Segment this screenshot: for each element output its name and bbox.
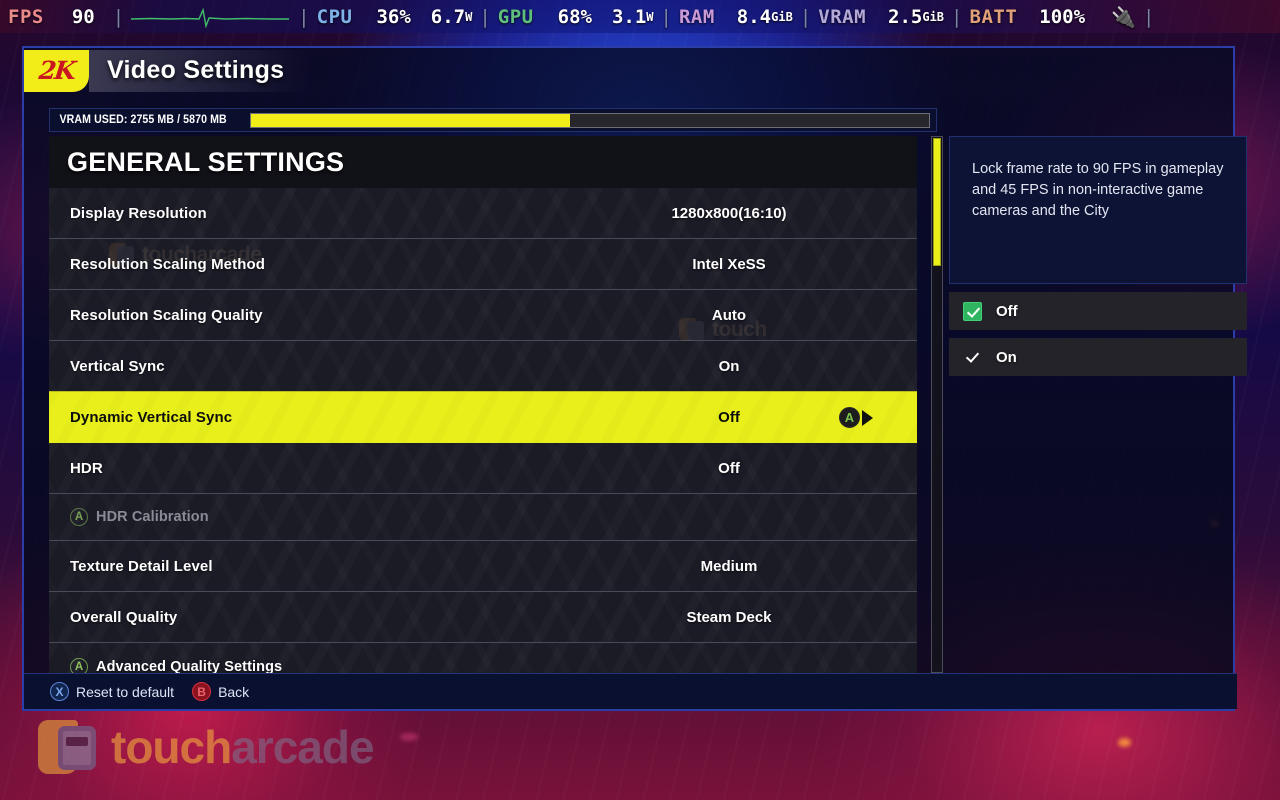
setting-value: On — [718, 357, 740, 375]
2k-logo-icon: 2K — [24, 49, 89, 92]
cpu-usage: 36% — [376, 5, 411, 28]
option-label: Off — [996, 302, 1018, 320]
a-button-icon: A — [70, 508, 88, 526]
settings-list-panel: toucharcade touch GENERAL SETTINGS Displ… — [49, 136, 917, 673]
setting-row-display-resolution[interactable]: Display Resolution 1280x800(16:10) — [49, 188, 917, 239]
window-title-bar: 2K Video Settings — [24, 48, 311, 93]
vram-value: 2.5 — [888, 5, 923, 28]
divider: | — [112, 5, 125, 28]
hint-back[interactable]: B Back — [192, 682, 249, 701]
divider: | — [660, 5, 672, 28]
divider: | — [1142, 5, 1155, 28]
setting-row-dynamic-vertical-sync[interactable]: Dynamic Vertical Sync Off A — [49, 392, 917, 443]
fps-value: 90 — [71, 5, 95, 28]
hint-label: Back — [218, 683, 250, 700]
vram-usage-label: VRAM USED: 2755 MB / 5870 MB — [59, 114, 227, 126]
setting-value: Off — [718, 409, 740, 426]
page-title: Video Settings — [107, 56, 285, 84]
fps-label: FPS — [8, 5, 44, 28]
divider: | — [951, 5, 963, 28]
toucharcade-logo-icon — [38, 716, 98, 778]
toucharcade-wordmark: toucharcade — [111, 720, 375, 774]
hint-reset-to-default[interactable]: X Reset to default — [50, 682, 174, 701]
video-settings-window: 2K Video Settings VRAM USED: 2755 MB / 5… — [22, 46, 1247, 711]
ram-unit: GiB — [771, 9, 793, 24]
a-button-icon: A — [70, 657, 88, 673]
detail-panel: Lock frame rate to 90 FPS in gameplay an… — [949, 136, 1247, 673]
setting-label: Advanced Quality Settings — [96, 658, 283, 674]
gpu-label: GPU — [497, 5, 534, 28]
setting-description-box: Lock frame rate to 90 FPS in gameplay an… — [949, 136, 1247, 284]
divider: | — [479, 5, 491, 28]
watermark-text-b: arcade — [231, 721, 374, 773]
background-spark — [1118, 738, 1131, 747]
vram-unit: GiB — [922, 9, 945, 24]
setting-label: Overall Quality — [70, 608, 178, 626]
settings-scrollbar[interactable] — [931, 136, 943, 673]
power-plug-icon: 🔌 — [1111, 4, 1136, 29]
hint-label: Reset to default — [76, 683, 175, 700]
footer-hint-bar: X Reset to default B Back — [24, 673, 1237, 709]
background-spark — [400, 733, 418, 741]
vram-usage-meter: VRAM USED: 2755 MB / 5870 MB — [49, 108, 937, 132]
a-button-icon: A — [839, 407, 860, 428]
setting-label: Resolution Scaling Method — [70, 255, 266, 273]
cpu-power-unit: W — [465, 9, 473, 24]
setting-value: Off — [718, 459, 740, 477]
setting-description-text: Lock frame rate to 90 FPS in gameplay an… — [972, 161, 1224, 219]
divider: | — [298, 5, 310, 28]
cpu-power: 6.7 — [430, 5, 466, 28]
setting-row-vertical-sync[interactable]: Vertical Sync On — [49, 341, 917, 392]
row-action-group[interactable]: A — [839, 407, 873, 428]
setting-value: Medium — [700, 557, 758, 575]
scrollbar-thumb[interactable] — [933, 138, 941, 266]
setting-label: Texture Detail Level — [70, 557, 213, 575]
setting-label: HDR — [70, 459, 103, 477]
setting-label: Vertical Sync — [70, 357, 165, 375]
setting-row-resolution-scaling-method[interactable]: Resolution Scaling Method Intel XeSS — [49, 239, 917, 290]
setting-row-advanced-quality-settings[interactable]: A Advanced Quality Settings — [49, 643, 917, 673]
ram-label: RAM — [678, 5, 715, 28]
vram-usage-fill — [250, 113, 570, 127]
section-title: GENERAL SETTINGS — [67, 146, 345, 177]
gpu-power: 3.1 — [611, 5, 647, 28]
ram-value: 8.4 — [736, 5, 772, 28]
2k-logo-text: 2K — [37, 56, 76, 85]
setting-label: HDR Calibration — [96, 509, 209, 525]
setting-label: Dynamic Vertical Sync — [70, 409, 233, 426]
battery-label: BATT — [969, 5, 1018, 28]
x-button-icon: X — [50, 682, 69, 701]
b-button-icon: B — [192, 682, 212, 701]
checkmark-placeholder-icon — [963, 348, 982, 367]
checkmark-icon — [963, 301, 982, 321]
setting-value: Steam Deck — [686, 608, 772, 626]
option-item-on[interactable]: On — [949, 338, 1247, 376]
toucharcade-watermark: toucharcade — [38, 716, 375, 778]
watermark-text-a: touch — [111, 721, 232, 773]
fps-line-graph — [131, 6, 291, 29]
battery-value: 100% — [1039, 5, 1086, 28]
section-header: GENERAL SETTINGS — [49, 136, 917, 188]
setting-row-resolution-scaling-quality[interactable]: Resolution Scaling Quality Auto — [49, 290, 917, 341]
vram-usage-track — [249, 112, 930, 128]
performance-overlay: FPS 90 | | CPU 36% 6.7 W | GPU 68% 3.1 W |… — [0, 0, 1280, 33]
setting-row-hdr-calibration: A HDR Calibration — [49, 494, 917, 541]
divider: | — [799, 5, 812, 28]
vram-label: VRAM — [818, 5, 867, 28]
setting-row-overall-quality[interactable]: Overall Quality Steam Deck — [49, 592, 917, 643]
setting-value: Intel XeSS — [692, 255, 766, 273]
gpu-power-unit: W — [646, 9, 654, 24]
title-strip: Video Settings — [89, 49, 311, 92]
setting-row-hdr[interactable]: HDR Off — [49, 443, 917, 494]
right-caret-icon — [862, 409, 873, 426]
setting-value: Auto — [711, 306, 747, 324]
setting-label: Resolution Scaling Quality — [70, 306, 263, 324]
setting-label: Display Resolution — [70, 204, 207, 222]
option-item-off[interactable]: Off — [949, 292, 1247, 330]
setting-value: 1280x800(16:10) — [671, 204, 787, 222]
setting-row-texture-detail-level[interactable]: Texture Detail Level Medium — [49, 541, 917, 592]
gpu-usage: 68% — [557, 5, 592, 28]
cpu-label: CPU — [316, 5, 353, 28]
option-label: On — [996, 348, 1017, 366]
